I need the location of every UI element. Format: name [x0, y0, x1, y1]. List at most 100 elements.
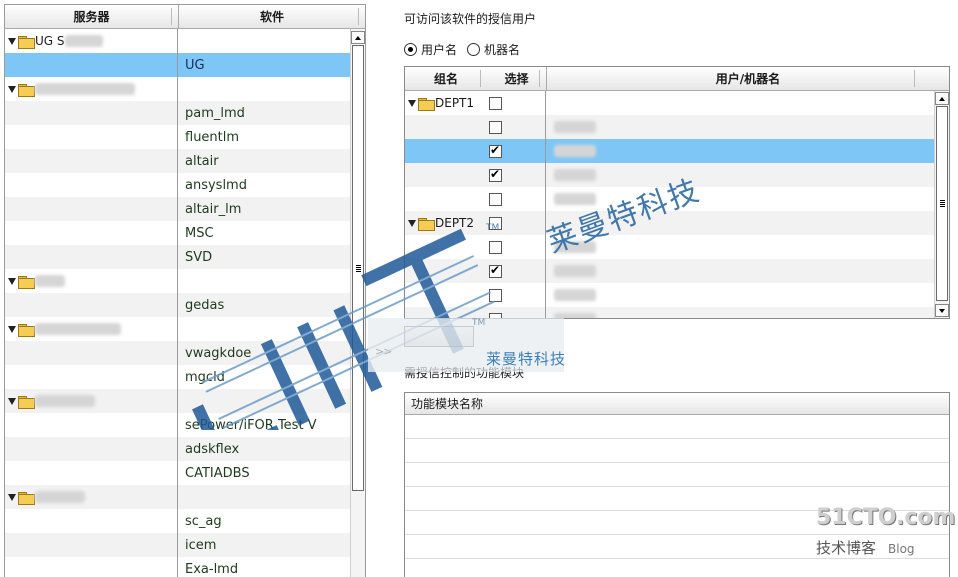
software-row[interactable]: icem	[5, 533, 351, 557]
software-row[interactable]: Exa-lmd	[5, 557, 351, 577]
group-cell	[405, 307, 487, 318]
software-row[interactable]: altair	[5, 149, 351, 173]
software-row[interactable]: vwagkdoe	[5, 341, 351, 365]
software-row[interactable]: mgcld	[5, 365, 351, 389]
module-row[interactable]	[405, 439, 949, 463]
expand-triangle-icon[interactable]	[8, 85, 16, 93]
radio-option-username[interactable]: 用户名	[404, 41, 457, 58]
select-checkbox[interactable]	[489, 192, 502, 206]
assign-button[interactable]	[404, 326, 474, 347]
server-software-panel: 服务器 软件 UG S UG pam_lmd fluentlm altair ansysl…	[4, 4, 366, 577]
server-cell	[5, 197, 178, 221]
software-row[interactable]: pam_lmd	[5, 101, 351, 125]
software-row[interactable]: fluentlm	[5, 125, 351, 149]
select-checkbox[interactable]	[489, 167, 502, 182]
radio-option-machinename[interactable]: 机器名	[467, 41, 520, 58]
software-name	[178, 29, 351, 53]
select-checkbox[interactable]	[489, 263, 502, 278]
module-row[interactable]	[405, 415, 949, 439]
col-header-group[interactable]: 组名	[405, 67, 487, 90]
server-group-row[interactable]	[5, 269, 351, 293]
col-header-software[interactable]: 软件	[178, 5, 365, 28]
server-group-row[interactable]	[5, 317, 351, 341]
software-name: fluentlm	[185, 129, 240, 145]
software-name	[178, 485, 351, 509]
server-cell	[5, 221, 178, 245]
server-group-row[interactable]	[5, 77, 351, 101]
expand-triangle-icon[interactable]	[408, 219, 416, 227]
server-group-row[interactable]	[5, 389, 351, 413]
expand-triangle-icon[interactable]	[8, 493, 16, 501]
scroll-up-arrow-icon[interactable]	[935, 92, 949, 105]
group-name: DEPT2	[435, 216, 475, 230]
select-checkbox[interactable]	[489, 120, 502, 134]
software-row[interactable]: adskflex	[5, 437, 351, 461]
software-row[interactable]: altair_lm	[5, 197, 351, 221]
radio-machinename-icon[interactable]	[467, 43, 481, 56]
software-row[interactable]: ansyslmd	[5, 173, 351, 197]
software-row[interactable]: CATIADBS	[5, 461, 351, 485]
col-header-server[interactable]: 服务器	[5, 5, 178, 28]
redacted-user-name	[554, 145, 596, 157]
software-row[interactable]: MSC	[5, 221, 351, 245]
select-cell	[487, 139, 546, 163]
redacted-server-name	[35, 323, 121, 335]
scroll-thumb[interactable]	[936, 106, 948, 301]
user-row[interactable]	[405, 307, 934, 318]
expand-triangle-icon[interactable]	[8, 277, 16, 285]
server-cell	[5, 125, 178, 149]
user-row[interactable]	[405, 139, 934, 163]
select-checkbox[interactable]	[489, 143, 502, 158]
users-grid-header: 组名 选择 用户/机器名	[405, 67, 949, 91]
folder-icon	[18, 275, 35, 289]
select-checkbox[interactable]	[489, 96, 502, 110]
server-cell	[5, 365, 178, 389]
server-group-row[interactable]: UG S	[5, 29, 351, 53]
user-group-row[interactable]: DEPT1	[405, 91, 934, 115]
scroll-up-arrow-icon[interactable]	[351, 31, 365, 44]
redacted-user-name	[554, 265, 596, 277]
select-checkbox[interactable]	[489, 288, 502, 302]
server-cell	[5, 413, 178, 437]
folder-icon	[18, 83, 35, 97]
expand-triangle-icon[interactable]	[8, 37, 16, 45]
user-row[interactable]	[405, 283, 934, 307]
folder-icon	[18, 491, 35, 505]
user-row[interactable]	[405, 235, 934, 259]
software-row[interactable]: sc_ag	[5, 509, 351, 533]
select-cell	[487, 283, 546, 307]
software-name: altair_lm	[185, 201, 242, 217]
folder-icon	[18, 395, 35, 409]
radio-username-icon[interactable]	[404, 43, 417, 56]
software-row[interactable]: gedas	[5, 293, 351, 317]
users-scrollbar[interactable]	[934, 91, 949, 318]
col-header-module[interactable]: 功能模块名称	[405, 393, 949, 415]
software-row[interactable]: UG	[5, 53, 351, 77]
select-checkbox[interactable]	[489, 240, 502, 254]
user-row[interactable]	[405, 259, 934, 283]
scroll-down-arrow-icon[interactable]	[935, 304, 949, 317]
select-checkbox[interactable]	[489, 216, 502, 230]
software-name: altair	[185, 153, 219, 169]
expand-triangle-icon[interactable]	[408, 99, 416, 107]
col-header-user-machine[interactable]: 用户/机器名	[546, 67, 949, 90]
group-cell	[405, 283, 487, 307]
server-software-header: 服务器 软件	[5, 5, 365, 29]
expand-triangle-icon[interactable]	[8, 325, 16, 333]
module-row[interactable]	[405, 559, 949, 577]
expand-triangle-icon[interactable]	[8, 397, 16, 405]
server-cell	[5, 269, 178, 293]
scroll-thumb[interactable]	[352, 45, 364, 491]
left-scrollbar[interactable]	[350, 29, 365, 577]
server-group-row[interactable]	[5, 485, 351, 509]
server-cell	[5, 485, 178, 509]
software-row[interactable]: SVD	[5, 245, 351, 269]
select-checkbox[interactable]	[489, 312, 502, 318]
redacted-user-name	[554, 289, 596, 301]
redacted-server-name	[35, 83, 135, 95]
module-row[interactable]	[405, 463, 949, 487]
software-row[interactable]: sePower/iFOR Test V	[5, 413, 351, 437]
col-header-select[interactable]: 选择	[487, 67, 546, 90]
blog-watermark: 技术博客 Blog	[816, 537, 915, 558]
user-row[interactable]	[405, 115, 934, 139]
